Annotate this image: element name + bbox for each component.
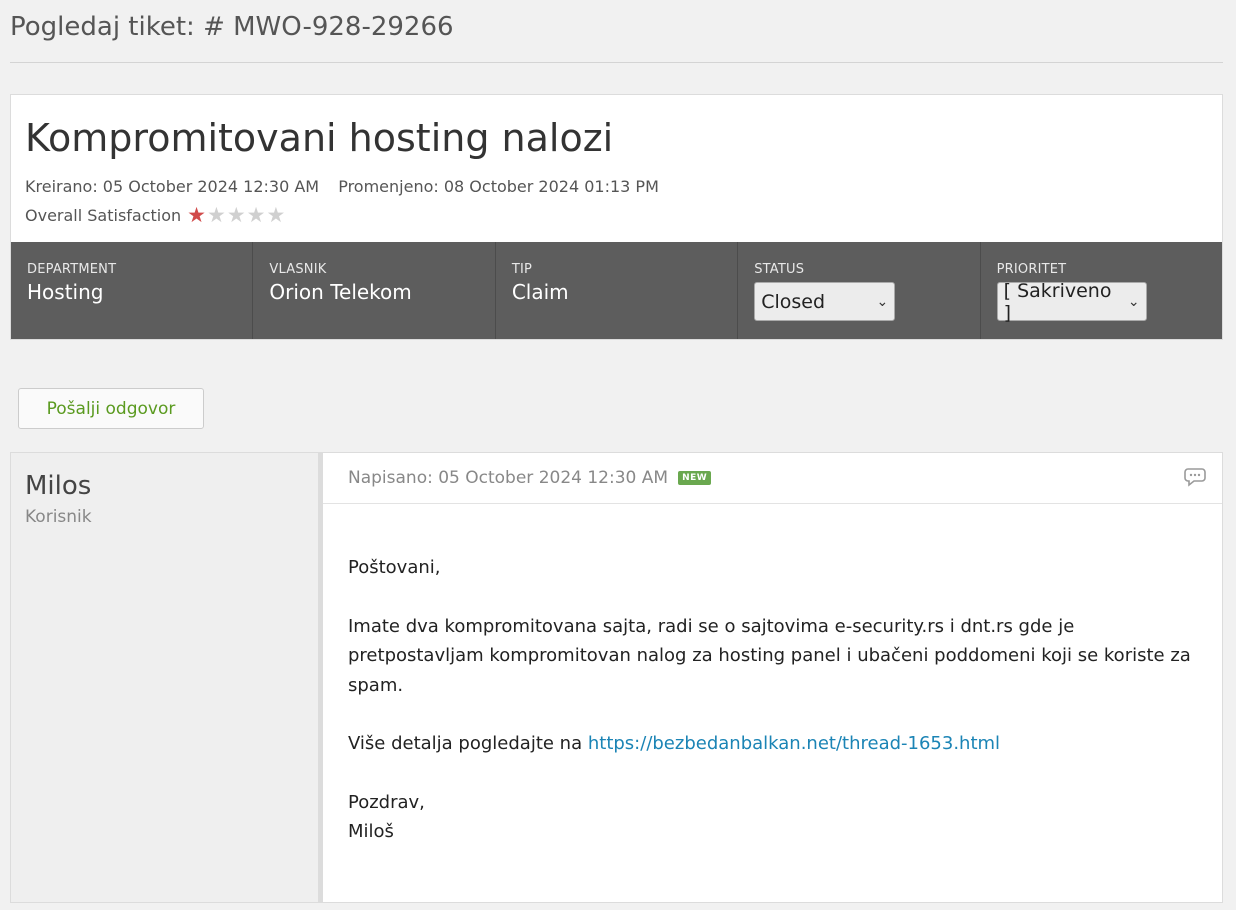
post-date: Napisano: 05 October 2024 12:30 AM (348, 468, 669, 488)
star-icon[interactable]: ★ (266, 205, 285, 226)
chevron-down-icon: ⌄ (1127, 293, 1140, 310)
post-signature: Miloš (348, 821, 394, 842)
star-icon[interactable]: ★ (247, 205, 266, 226)
owner-cell: VLASNIK Orion Telekom (253, 242, 496, 339)
page-header: Pogledaj tiket: # MWO-928-29266 (10, 10, 1223, 63)
status-select[interactable]: Closed ⌄ (754, 282, 896, 321)
department-label: DEPARTMENT (27, 262, 117, 277)
priority-value: [ Sakriveno ] (1003, 279, 1112, 324)
comment-icon[interactable] (1184, 467, 1206, 487)
star-icon[interactable]: ★ (187, 205, 206, 226)
created-date: Kreirano: 05 October 2024 12:30 AM (25, 177, 320, 196)
post-header: Napisano: 05 October 2024 12:30 AM NEW (323, 453, 1222, 504)
modified-date: Promenjeno: 08 October 2024 01:13 PM (338, 177, 659, 196)
author-name: Milos (25, 471, 92, 501)
author-role: Korisnik (25, 507, 92, 527)
star-icon[interactable]: ★ (207, 205, 226, 226)
priority-cell: PRIORITET [ Sakriveno ] ⌄ (981, 242, 1222, 339)
owner-value: Orion Telekom (269, 280, 412, 304)
post-divider (318, 453, 323, 902)
post-closing: Pozdrav, (348, 791, 425, 813)
chevron-down-icon: ⌄ (876, 293, 889, 310)
post-paragraph: Imate dva kompromitovana sajta, radi se … (348, 615, 1191, 696)
post-body: Poštovani, Imate dva kompromitovana sajt… (348, 553, 1214, 847)
ticket-title: Kompromitovani hosting nalozi (25, 116, 614, 160)
type-value: Claim (511, 280, 569, 304)
details-link[interactable]: https://bezbedanbalkan.net/thread-1653.h… (588, 733, 1000, 754)
priority-label: PRIORITET (996, 262, 1067, 277)
ticket-card: Kompromitovani hosting nalozi Kreirano: … (10, 94, 1223, 340)
reply-button[interactable]: Pošalji odgovor (18, 388, 204, 429)
type-cell: TIP Claim (496, 242, 739, 339)
satisfaction-stars[interactable]: ★ ★ ★ ★ ★ (187, 205, 286, 226)
star-icon[interactable]: ★ (227, 205, 246, 226)
status-cell: STATUS Closed ⌄ (738, 242, 981, 339)
priority-select[interactable]: [ Sakriveno ] ⌄ (996, 279, 1147, 324)
ticket-info-bar: DEPARTMENT Hosting VLASNIK Orion Telekom… (11, 242, 1222, 339)
ticket-meta: Kreirano: 05 October 2024 12:30 AM Prome… (25, 177, 673, 196)
page-heading: Pogledaj tiket: # MWO-928-29266 (10, 12, 454, 42)
type-label: TIP (511, 262, 533, 277)
post-details: Više detalja pogledajte na https://bezbe… (348, 729, 1214, 759)
post-greeting: Poštovani, (348, 557, 441, 578)
satisfaction: Overall Satisfaction ★ ★ ★ ★ ★ (25, 205, 286, 226)
satisfaction-label: Overall Satisfaction (25, 205, 182, 225)
department-value: Hosting (27, 280, 104, 304)
department-cell: DEPARTMENT Hosting (11, 242, 254, 339)
status-label: STATUS (754, 262, 805, 277)
details-prefix: Više detalja pogledajte na (348, 733, 588, 754)
author-panel: Milos Korisnik (11, 453, 318, 902)
status-value: Closed (761, 290, 826, 313)
ticket-post: Milos Korisnik Napisano: 05 October 2024… (10, 452, 1223, 903)
owner-label: VLASNIK (269, 262, 327, 277)
new-badge: NEW (678, 471, 712, 485)
